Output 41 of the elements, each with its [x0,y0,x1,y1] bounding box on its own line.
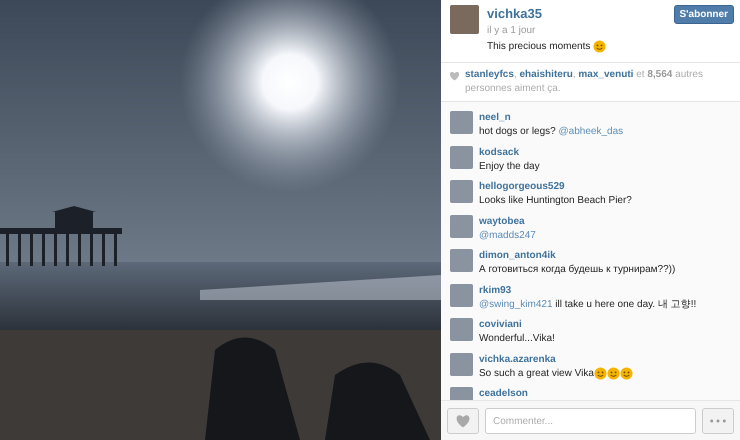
username-link[interactable]: vichka.azarenka [479,352,633,366]
username-link[interactable]: neel_n [479,111,624,124]
heart-icon [449,71,460,81]
comment-text: @swing_kim421 ill take u here one day. 내 고향!! [479,298,696,310]
username-link[interactable]: rkim93 [479,284,696,296]
user-link[interactable]: max_venuti [578,69,634,80]
username-link[interactable]: hellogorgeous529 [479,180,632,193]
username-link[interactable]: vichka35 [487,5,666,22]
avatar[interactable] [450,352,473,376]
avatar[interactable] [450,284,473,306]
comment-text: Enjoy the day [479,160,540,172]
avatar[interactable] [450,214,473,238]
mention-link[interactable]: @abheek_das [558,125,624,138]
like-button[interactable] [447,408,479,434]
username-link[interactable]: coviviani [479,318,555,331]
more-button[interactable] [702,408,734,434]
username-link[interactable]: dimon_anton4ik [479,249,676,262]
post-caption: This precious moments [487,40,666,53]
heart-icon [455,414,471,428]
comment-text: hot dogs or legs? @abheek_das [479,125,624,138]
likes-text: stanleyfcs, ehaishiteru, max_venuti et 8,564 autres personnes aiment ça. [465,68,704,96]
mention-link[interactable]: @swing_kim421 [479,298,553,310]
smiley-icon [594,366,607,380]
follow-button[interactable]: S'abonner [674,5,734,24]
comment-text: So such a great view Vika [479,366,633,380]
avatar[interactable] [450,146,473,168]
comment-text: А готовиться когда будешь к турнирам??)) [479,263,676,276]
username-link[interactable]: kodsack [479,146,540,158]
username-link[interactable]: ceadelson [479,387,528,400]
smiley-icon [593,40,606,53]
user-link[interactable]: ehaishiteru [519,69,573,80]
username-link[interactable]: waytobea [479,214,536,228]
comment-text: Looks like Huntington Beach Pier? [479,194,632,207]
smiley-icon [606,366,620,380]
post-time: il y a 1 jour [487,25,536,36]
user-link[interactable]: stanleyfcs [465,69,514,80]
smiley-icon [620,366,633,380]
more-icon [709,419,727,423]
comment-text: Wonderful...Vika! [479,332,555,345]
mention-link[interactable]: @madds247 [479,228,536,242]
comment-field[interactable]: Commenter... [485,408,696,434]
